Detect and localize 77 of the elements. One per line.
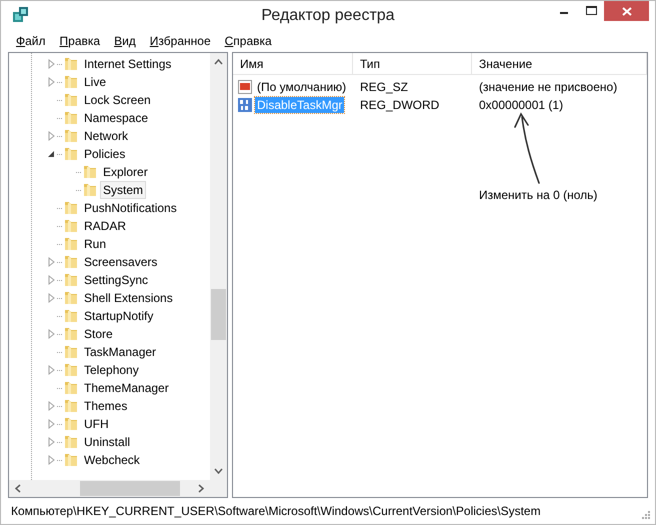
column-header[interactable]: Значение (472, 53, 647, 75)
folder-icon (63, 290, 79, 306)
folder-icon (63, 236, 79, 252)
tree-item[interactable]: TaskManager (81, 343, 160, 361)
folder-icon (63, 218, 79, 234)
folder-icon (63, 272, 79, 288)
tree-item[interactable]: SettingSync (81, 271, 152, 289)
tree-item[interactable]: Policies (81, 145, 128, 163)
menu-item[interactable]: Правка (52, 32, 108, 50)
value-type: REG_SZ (359, 80, 410, 94)
folder-icon (82, 182, 98, 198)
status-path: Компьютер\HKEY_CURRENT_USER\Software\Microsoft\Windows\CurrentVersion\Policies\System (11, 504, 541, 518)
annotation-text: Изменить на 0 (ноль) (479, 188, 598, 202)
value-name[interactable]: (По умолчанию) (255, 79, 348, 95)
scrollbar-thumb[interactable] (211, 288, 226, 340)
folder-icon (63, 110, 79, 126)
scroll-up-icon (214, 59, 223, 65)
tree-item[interactable]: StartupNotify (81, 307, 156, 325)
value-type: REG_DWORD (359, 98, 440, 112)
tree-item[interactable]: Screensavers (81, 253, 160, 271)
tree-item[interactable]: Internet Settings (81, 55, 174, 73)
tree-item[interactable]: ThemeManager (81, 379, 172, 397)
column-header[interactable]: Имя (233, 53, 353, 75)
tree-item[interactable]: System (100, 181, 146, 199)
folder-icon (63, 434, 79, 450)
folder-icon (63, 146, 79, 162)
close-button[interactable] (604, 1, 649, 21)
tree-item[interactable]: Run (81, 235, 110, 253)
scroll-left-icon (15, 484, 21, 493)
string-value-icon (237, 79, 253, 95)
folder-icon (63, 92, 79, 108)
tree-item[interactable]: RADAR (81, 217, 130, 235)
scroll-down-icon (214, 468, 223, 474)
tree-item[interactable]: Webcheck (81, 451, 143, 469)
value-data: (значение не присвоено) (478, 80, 618, 94)
close-icon (622, 6, 632, 16)
folder-icon (63, 254, 79, 270)
tree-item[interactable]: Lock Screen (81, 91, 154, 109)
folder-icon (63, 398, 79, 414)
folder-icon (63, 200, 79, 216)
menu-item[interactable]: Файл (9, 32, 53, 50)
folder-icon (63, 128, 79, 144)
folder-icon (63, 362, 79, 378)
tree-item[interactable]: Explorer (100, 163, 151, 181)
folder-icon (63, 308, 79, 324)
folder-icon (63, 344, 79, 360)
tree-item[interactable]: Themes (81, 397, 130, 415)
tree-item[interactable]: Telephony (81, 361, 142, 379)
tree-item[interactable]: Namespace (81, 109, 152, 127)
scroll-right-icon (198, 484, 204, 493)
column-header[interactable]: Тип (353, 53, 472, 75)
tree-item[interactable]: Store (81, 325, 116, 343)
folder-icon (82, 164, 98, 180)
folder-icon (63, 74, 79, 90)
menu-item[interactable]: Избранное (142, 32, 218, 50)
window-title: Редактор реестра (261, 7, 395, 25)
folder-icon (63, 416, 79, 432)
folder-icon (63, 326, 79, 342)
scrollbar-thumb[interactable] (80, 481, 180, 496)
menu-item[interactable]: Вид (107, 32, 143, 50)
tree-item[interactable]: Network (81, 127, 132, 145)
horizontal-scrollbar[interactable] (9, 480, 210, 497)
folder-icon (63, 452, 79, 468)
tree-item[interactable]: Uninstall (81, 433, 134, 451)
folder-icon (63, 56, 79, 72)
registry-editor-icon (12, 6, 29, 23)
tree-item[interactable]: PushNotifications (81, 199, 180, 217)
value-data: 0x00000001 (1) (478, 98, 564, 112)
menu-item[interactable]: Справка (218, 32, 279, 50)
binary-value-icon (237, 97, 253, 113)
resize-grip-icon (641, 510, 651, 520)
maximize-icon (586, 6, 596, 16)
tree-item[interactable]: Live (81, 73, 110, 91)
tree-item[interactable]: Shell Extensions (81, 289, 176, 307)
vertical-scrollbar[interactable] (210, 53, 227, 480)
tree-item[interactable]: UFH (81, 415, 112, 433)
folder-icon (63, 380, 79, 396)
